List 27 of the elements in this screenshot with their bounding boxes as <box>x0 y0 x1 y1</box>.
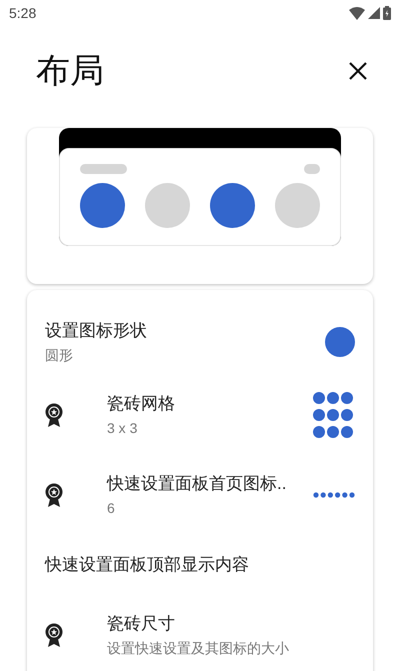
close-icon <box>349 62 367 80</box>
setting-subtitle: 圆形 <box>45 346 74 366</box>
setting-item[interactable]: 快速设置面板首页图标.. 6 <box>27 455 373 535</box>
award-badge-icon <box>45 622 63 648</box>
setting-title: 快速设置面板顶部显示内容 <box>45 554 250 576</box>
wifi-icon <box>349 6 365 20</box>
setting-item[interactable]: 瓷砖网格 3 x 3 <box>27 375 373 455</box>
placeholder-bar <box>80 164 127 174</box>
setting-subtitle: 3 x 3 <box>107 419 138 438</box>
grid-dots-icon <box>313 391 355 439</box>
setting-subtitle: 设置快速设置及其图标的大小 <box>107 639 290 658</box>
setting-title: 快速设置面板首页图标.. <box>107 472 288 495</box>
setting-title: 设置图标形状 <box>45 320 148 342</box>
placeholder-pill <box>304 164 320 174</box>
setting-subtitle: 6 <box>107 499 116 518</box>
setting-item[interactable]: 瓷砖尺寸 设置快速设置及其图标的大小 <box>27 595 373 671</box>
status-time: 5:28 <box>9 4 36 22</box>
setting-title: 瓷砖尺寸 <box>107 612 176 635</box>
award-badge-icon <box>45 482 63 508</box>
setting-item[interactable]: 设置图标形状 圆形 <box>27 309 373 375</box>
battery-icon <box>383 6 391 20</box>
award-badge-icon <box>45 402 63 428</box>
setting-item[interactable]: 快速设置面板顶部显示内容 <box>27 535 373 595</box>
setting-title: 瓷砖网格 <box>107 392 176 415</box>
page-title: 布局 <box>36 50 104 92</box>
signal-icon <box>368 7 380 19</box>
dots-row-icon <box>313 492 355 498</box>
